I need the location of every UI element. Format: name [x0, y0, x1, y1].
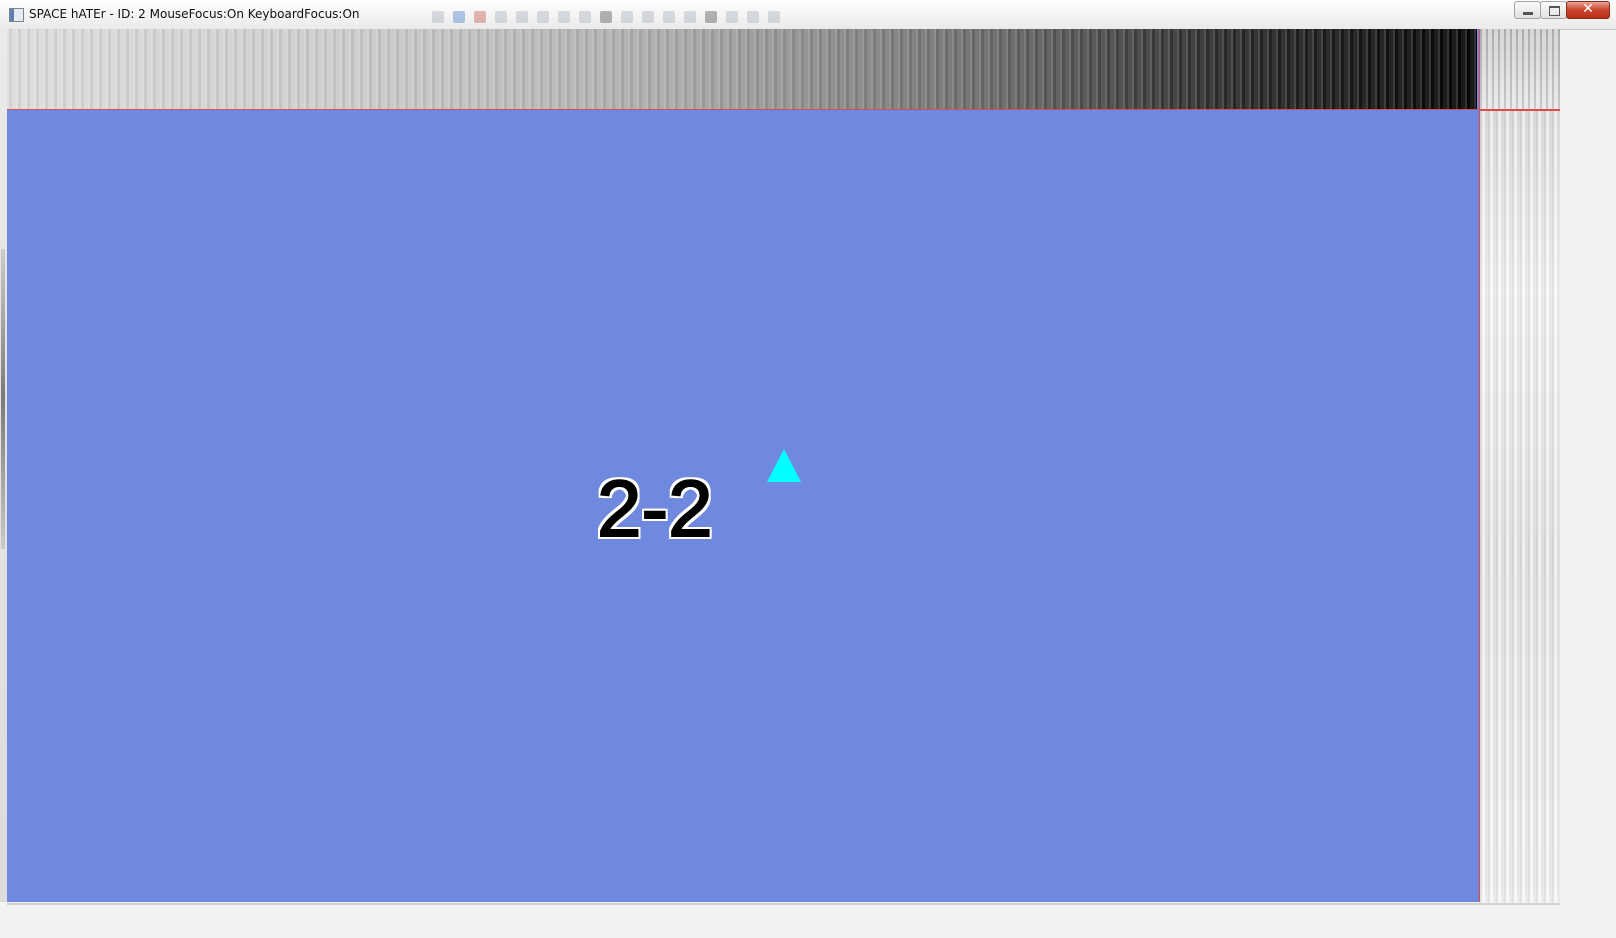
window-controls: ✕ — [1514, 1, 1610, 19]
toolbar-ghost-icon — [474, 11, 486, 23]
toolbar-ghost-icon — [768, 11, 780, 23]
minimize-button[interactable] — [1514, 1, 1541, 19]
close-icon: ✕ — [1582, 1, 1594, 17]
toolbar-ghost-icon — [663, 11, 675, 23]
minimize-icon — [1523, 12, 1533, 15]
toolbar-ghost-icon — [642, 11, 654, 23]
toolbar-ghost-icon — [684, 11, 696, 23]
bottom-window-border — [7, 903, 1560, 905]
close-button[interactable]: ✕ — [1566, 1, 1610, 19]
faded-toolbar — [432, 11, 780, 25]
title-bar[interactable]: SPACE hATEr - ID: 2 MouseFocus:On Keyboa… — [0, 0, 1616, 30]
right-scrolling-terrain — [1479, 29, 1560, 902]
toolbar-ghost-icon — [537, 11, 549, 23]
toolbar-ghost-icon — [621, 11, 633, 23]
toolbar-ghost-icon — [495, 11, 507, 23]
left-window-border — [0, 29, 7, 902]
toolbar-ghost-icon — [726, 11, 738, 23]
level-indicator: 2-2 — [596, 464, 714, 553]
terrain-corner-tile — [1479, 29, 1560, 111]
top-scrolling-terrain — [7, 29, 1477, 110]
maximize-icon — [1549, 6, 1560, 16]
window-title: SPACE hATEr - ID: 2 MouseFocus:On Keyboa… — [29, 7, 360, 21]
toolbar-ghost-icon — [516, 11, 528, 23]
player-ship-icon — [767, 449, 801, 482]
maximize-button[interactable] — [1540, 1, 1567, 19]
toolbar-ghost-icon — [558, 11, 570, 23]
toolbar-ghost-icon — [432, 11, 444, 23]
app-icon[interactable] — [9, 8, 24, 22]
toolbar-ghost-icon — [600, 11, 612, 23]
toolbar-ghost-icon — [747, 11, 759, 23]
toolbar-ghost-icon — [705, 11, 717, 23]
toolbar-ghost-icon — [453, 11, 465, 23]
game-viewport[interactable]: 2-2 — [7, 29, 1560, 902]
toolbar-ghost-icon — [579, 11, 591, 23]
app-window: SPACE hATEr - ID: 2 MouseFocus:On Keyboa… — [0, 0, 1616, 938]
